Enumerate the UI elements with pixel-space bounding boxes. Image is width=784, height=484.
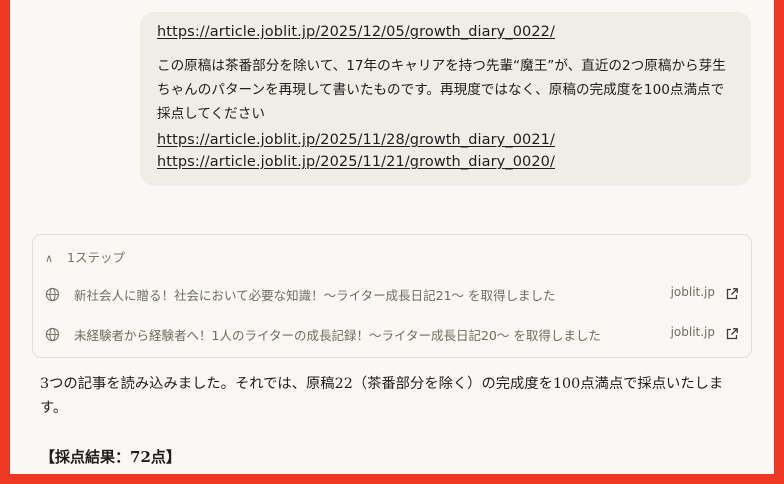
article-link-0020[interactable]: https://article.joblit.jp/2025/11/21/gro… bbox=[157, 154, 555, 170]
step-domain-link[interactable]: joblit.jp bbox=[671, 285, 715, 299]
globe-icon bbox=[45, 287, 60, 302]
external-link-icon[interactable] bbox=[725, 287, 739, 301]
article-link-0022[interactable]: https://article.joblit.jp/2025/12/05/gro… bbox=[157, 24, 555, 40]
chevron-up-icon: ∧ bbox=[45, 252, 54, 265]
user-message-bubble: https://article.joblit.jp/2025/12/05/gro… bbox=[140, 12, 751, 186]
tool-steps-panel: ∧ 1ステップ 新社会人に贈る！社会において必要な知識！～ライター成長日記21～ … bbox=[32, 234, 752, 358]
chat-frame: https://article.joblit.jp/2025/12/05/gro… bbox=[10, 0, 774, 474]
score-heading: 【採点結果：72点】 bbox=[40, 448, 181, 466]
step-item: 未経験者から経験者へ！1人のライターの成長記録！～ライター成長日記20～ を取得… bbox=[45, 324, 739, 346]
steps-toggle[interactable]: ∧ 1ステップ bbox=[45, 247, 125, 266]
steps-count-label: 1ステップ bbox=[67, 250, 125, 265]
step-item: 新社会人に贈る！社会において必要な知識！～ライター成長日記21～ を取得しました… bbox=[45, 284, 739, 306]
globe-icon bbox=[45, 327, 60, 342]
step-domain-link[interactable]: joblit.jp bbox=[671, 325, 715, 339]
step-label: 未経験者から経験者へ！1人のライターの成長記録！～ライター成長日記20～ を取得… bbox=[74, 328, 601, 343]
user-message-text: この原稿は茶番部分を除いて、17年のキャリアを持つ先輩“魔王”が、直近の2つ原稿… bbox=[157, 58, 726, 122]
step-label: 新社会人に贈る！社会において必要な知識！～ライター成長日記21～ を取得しました bbox=[74, 288, 556, 303]
external-link-icon[interactable] bbox=[725, 327, 739, 341]
assistant-intro-text: 3つの記事を読み込みました。それでは、原稿22（茶番部分を除く）の完成度を100… bbox=[40, 376, 724, 416]
article-link-0021[interactable]: https://article.joblit.jp/2025/11/28/gro… bbox=[157, 132, 555, 148]
